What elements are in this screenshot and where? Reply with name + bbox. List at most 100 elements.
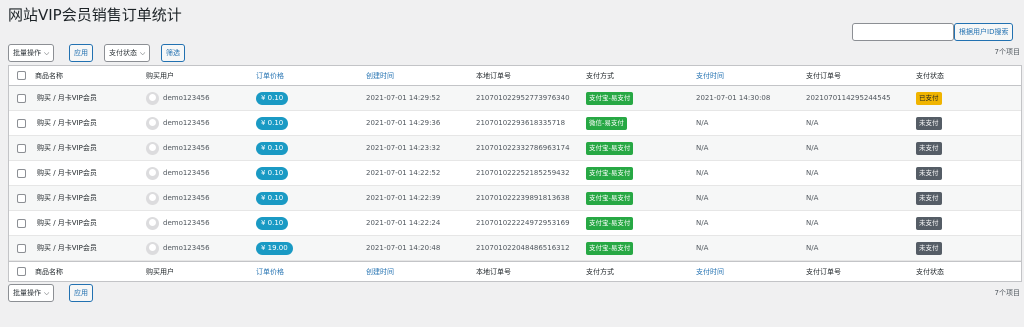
row-checkbox[interactable] (17, 243, 26, 253)
pay-order-number: N/A (806, 169, 819, 177)
avatar (146, 91, 159, 105)
status-badge: 未支付 (916, 141, 942, 155)
created-time: 2021-07-01 14:29:36 (366, 119, 441, 127)
chevron-down-icon: ⌵ (44, 289, 50, 297)
pay-method-badge: 微信-易支付 (586, 116, 627, 130)
avatar (146, 241, 159, 255)
created-time: 2021-07-01 14:22:39 (366, 194, 441, 202)
local-order-number: 210701022952773976340 (476, 94, 570, 102)
product-name: 购买 / 月卡VIP会员 (37, 194, 97, 202)
col-pay-method: 支付方式 (586, 267, 614, 276)
pay-time: N/A (696, 219, 709, 227)
row-checkbox[interactable] (17, 143, 26, 153)
pay-time: N/A (696, 144, 709, 152)
product-name: 购买 / 月卡VIP会员 (37, 94, 97, 102)
avatar (146, 141, 159, 155)
local-order-number: 210701022239891813638 (476, 194, 570, 202)
created-time: 2021-07-01 14:22:24 (366, 219, 441, 227)
avatar (146, 191, 159, 205)
row-checkbox[interactable] (17, 193, 26, 203)
pay-method-badge: 支付宝-易支付 (586, 91, 634, 105)
product-name: 购买 / 月卡VIP会员 (37, 119, 97, 127)
table-row: 购买 / 月卡VIP会员 demo123456 ¥ 0.10 2021-07-0… (9, 211, 1021, 236)
avatar (146, 216, 159, 230)
table-row: 购买 / 月卡VIP会员 demo123456 ¥ 0.10 2021-07-0… (9, 136, 1021, 161)
pay-order-number: N/A (806, 144, 819, 152)
product-name: 购买 / 月卡VIP会员 (37, 144, 97, 152)
local-order-number: 210701022252185259432 (476, 169, 570, 177)
col-pay-method: 支付方式 (586, 71, 614, 80)
created-time: 2021-07-01 14:22:52 (366, 169, 441, 177)
bulk-actions-label: 批量操作 (13, 49, 41, 57)
user-name: demo123456 (163, 219, 210, 227)
table-row: 购买 / 月卡VIP会员 demo123456 ¥ 0.10 2021-07-0… (9, 111, 1021, 136)
row-checkbox[interactable] (17, 218, 26, 228)
pay-status-select[interactable]: 支付状态 ⌵ (104, 44, 151, 62)
col-pay-order: 支付订单号 (806, 267, 841, 276)
product-name: 购买 / 月卡VIP会员 (37, 244, 97, 252)
user-name: demo123456 (163, 119, 210, 127)
filter-button[interactable]: 筛选 (161, 44, 185, 62)
col-product: 商品名称 (35, 71, 63, 80)
table-row: 购买 / 月卡VIP会员 demo123456 ¥ 0.10 2021-07-0… (9, 186, 1021, 211)
item-count: 7个项目 (994, 48, 1020, 56)
select-all-checkbox[interactable] (17, 71, 26, 80)
col-created-sort[interactable]: 创建时间 (366, 262, 394, 281)
user-name: demo123456 (163, 244, 210, 252)
local-order-number: 210701022048486516312 (476, 244, 570, 252)
user-name: demo123456 (163, 144, 210, 152)
col-pay-time-sort[interactable]: 支付时间 (696, 262, 724, 281)
price-badge: ¥ 0.10 (256, 141, 289, 155)
apply-button[interactable]: 应用 (69, 44, 93, 62)
local-order-number: 21070102293618335718 (476, 119, 566, 127)
col-local-order: 本地订单号 (476, 71, 511, 80)
chevron-down-icon: ⌵ (44, 49, 50, 57)
col-price-sort[interactable]: 订单价格 (256, 66, 284, 85)
pay-time: N/A (696, 169, 709, 177)
bulk-actions-label: 批量操作 (13, 289, 41, 297)
row-checkbox[interactable] (17, 118, 26, 128)
pay-status-label: 支付状态 (109, 49, 137, 57)
pay-method-badge: 支付宝-易支付 (586, 141, 634, 155)
col-pay-time-sort[interactable]: 支付时间 (696, 66, 724, 85)
product-name: 购买 / 月卡VIP会员 (37, 169, 97, 177)
select-all-checkbox-bottom[interactable] (17, 267, 26, 276)
status-badge: 未支付 (916, 166, 942, 180)
avatar (146, 116, 159, 130)
table-row: 购买 / 月卡VIP会员 demo123456 ¥ 19.00 2021-07-… (9, 236, 1021, 261)
col-local-order: 本地订单号 (476, 267, 511, 276)
orders-table: 商品名称 购买用户 订单价格 创建时间 本地订单号 支付方式 支付时间 支付订单… (8, 65, 1022, 282)
item-count-bottom: 7个项目 (994, 289, 1020, 297)
bulk-actions-select[interactable]: 批量操作 ⌵ (8, 44, 55, 62)
price-badge: ¥ 0.10 (256, 191, 289, 205)
user-id-search-input[interactable] (852, 23, 954, 41)
pay-order-number: N/A (806, 194, 819, 202)
row-checkbox[interactable] (17, 93, 26, 103)
table-footer: 商品名称 购买用户 订单价格 创建时间 本地订单号 支付方式 支付时间 支付订单… (9, 261, 1021, 281)
price-badge: ¥ 0.10 (256, 91, 289, 105)
pay-method-badge: 支付宝-易支付 (586, 241, 634, 255)
avatar (146, 166, 159, 180)
user-name: demo123456 (163, 94, 210, 102)
col-user: 购买用户 (146, 71, 174, 80)
price-badge: ¥ 0.10 (256, 166, 289, 180)
product-name: 购买 / 月卡VIP会员 (37, 219, 97, 227)
status-badge: 未支付 (916, 241, 942, 255)
pay-method-badge: 支付宝-易支付 (586, 191, 634, 205)
col-created-sort[interactable]: 创建时间 (366, 66, 394, 85)
search-by-user-id-button[interactable]: 根据用户ID搜索 (954, 23, 1014, 41)
price-badge: ¥ 0.10 (256, 116, 289, 130)
col-user: 购买用户 (146, 267, 174, 276)
table-header: 商品名称 购买用户 订单价格 创建时间 本地订单号 支付方式 支付时间 支付订单… (9, 66, 1021, 86)
col-pay-status: 支付状态 (916, 71, 944, 80)
col-pay-status: 支付状态 (916, 267, 944, 276)
status-badge: 未支付 (916, 191, 942, 205)
user-name: demo123456 (163, 169, 210, 177)
col-price-sort[interactable]: 订单价格 (256, 262, 284, 281)
pay-time: 2021-07-01 14:30:08 (696, 94, 771, 102)
pay-order-number: 2021070114295244545 (806, 94, 891, 102)
row-checkbox[interactable] (17, 168, 26, 178)
bulk-actions-select-bottom[interactable]: 批量操作 ⌵ (8, 284, 55, 302)
apply-button-bottom[interactable]: 应用 (69, 284, 93, 302)
pay-time: N/A (696, 244, 709, 252)
